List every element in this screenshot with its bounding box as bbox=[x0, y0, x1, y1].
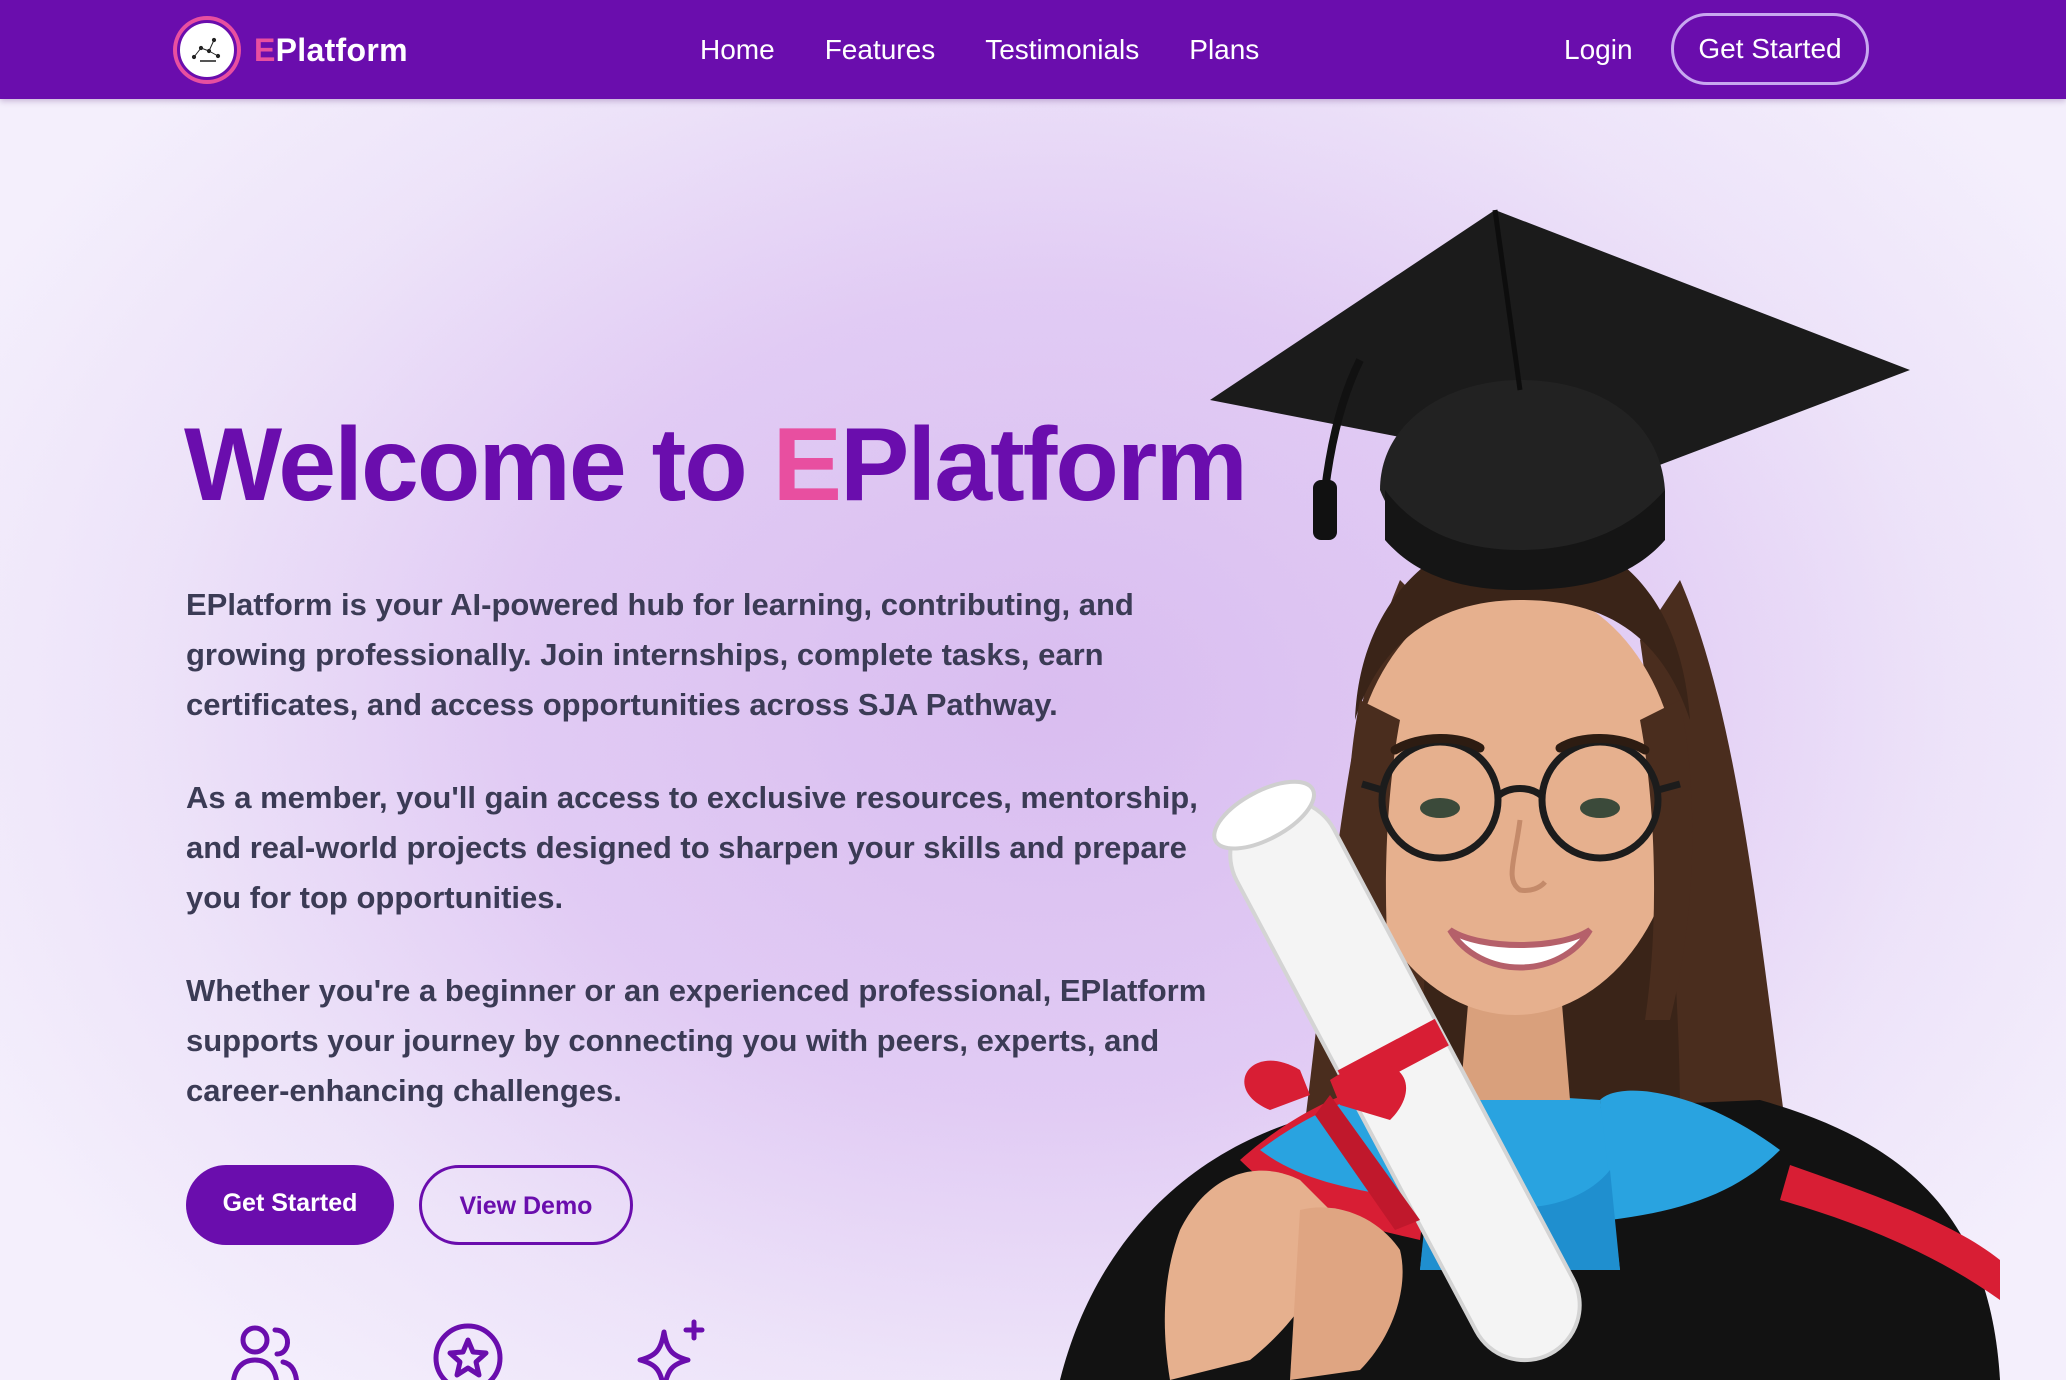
users-icon bbox=[231, 1325, 299, 1380]
main-nav: Home Features Testimonials Plans bbox=[700, 30, 1259, 70]
nav-link-plans[interactable]: Plans bbox=[1189, 30, 1259, 70]
hero-get-started-button[interactable]: Get Started bbox=[186, 1165, 394, 1245]
graduate-student-image bbox=[1060, 209, 2000, 1380]
sparkles-icon bbox=[637, 1319, 705, 1380]
nav-link-home[interactable]: Home bbox=[700, 30, 775, 70]
login-link[interactable]: Login bbox=[1564, 30, 1633, 70]
brand-name[interactable]: EPlatform bbox=[254, 30, 408, 70]
view-demo-button[interactable]: View Demo bbox=[419, 1165, 633, 1245]
brand-rest: Platform bbox=[275, 32, 408, 68]
nav-get-started-button[interactable]: Get Started bbox=[1671, 13, 1869, 85]
star-badge-icon bbox=[433, 1323, 503, 1380]
brand-letter: E bbox=[254, 32, 276, 68]
hero-title-accent: E bbox=[772, 407, 842, 523]
nav-link-features[interactable]: Features bbox=[825, 30, 936, 70]
logo[interactable] bbox=[173, 16, 241, 84]
nav-link-testimonials[interactable]: Testimonials bbox=[985, 30, 1139, 70]
logo-constellation-icon bbox=[177, 20, 237, 80]
navbar: EPlatform Home Features Testimonials Pla… bbox=[0, 0, 2066, 99]
hero-title-prefix: Welcome to bbox=[184, 407, 773, 523]
